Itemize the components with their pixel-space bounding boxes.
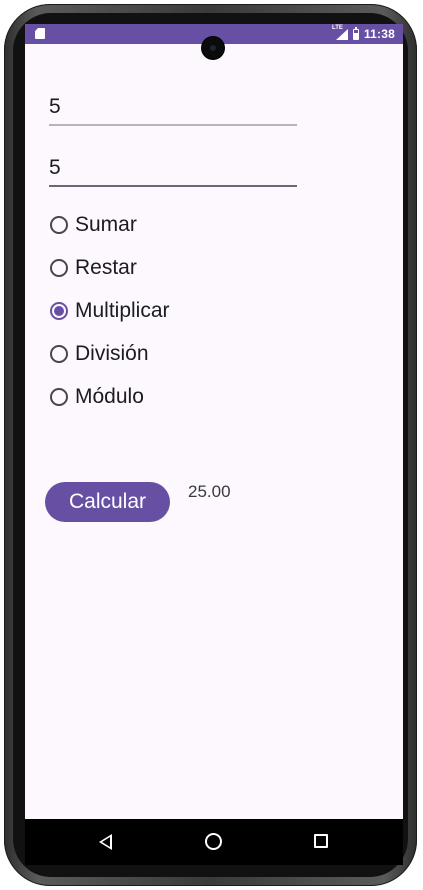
radio-button-icon[interactable] bbox=[50, 216, 68, 234]
radio-sumar[interactable]: Sumar bbox=[50, 210, 270, 240]
radio-label: Multiplicar bbox=[75, 299, 170, 322]
lte-signal-icon: LTE bbox=[332, 25, 348, 40]
radio-label: División bbox=[75, 342, 149, 365]
navigation-bar bbox=[25, 819, 403, 865]
front-camera bbox=[202, 37, 224, 59]
radio-multiplicar[interactable]: Multiplicar bbox=[50, 296, 270, 326]
second-number-field[interactable]: 5 bbox=[49, 153, 297, 187]
app-screen: LTE 11:38 5 5 Sumar Restar Multiplicar D… bbox=[25, 24, 403, 865]
recents-icon[interactable] bbox=[314, 834, 328, 848]
radio-button-icon[interactable] bbox=[50, 345, 68, 363]
back-icon[interactable] bbox=[99, 834, 112, 850]
radio-label: Restar bbox=[75, 256, 137, 279]
first-number-field[interactable]: 5 bbox=[49, 92, 297, 126]
result-text: 25.00 bbox=[188, 482, 231, 501]
radio-modulo[interactable]: Módulo bbox=[50, 382, 270, 412]
calculate-button[interactable]: Calcular bbox=[45, 482, 170, 522]
radio-label: Módulo bbox=[75, 385, 144, 408]
home-icon[interactable] bbox=[205, 833, 222, 850]
sd-card-icon bbox=[35, 28, 45, 39]
status-icons: LTE 11:38 bbox=[332, 25, 395, 42]
radio-button-icon[interactable] bbox=[50, 388, 68, 406]
radio-label: Sumar bbox=[75, 213, 137, 236]
radio-button-checked-icon[interactable] bbox=[50, 302, 68, 320]
radio-restar[interactable]: Restar bbox=[50, 253, 270, 283]
radio-division[interactable]: División bbox=[50, 339, 270, 369]
battery-icon bbox=[352, 26, 359, 40]
status-time: 11:38 bbox=[363, 27, 395, 41]
radio-button-icon[interactable] bbox=[50, 259, 68, 277]
